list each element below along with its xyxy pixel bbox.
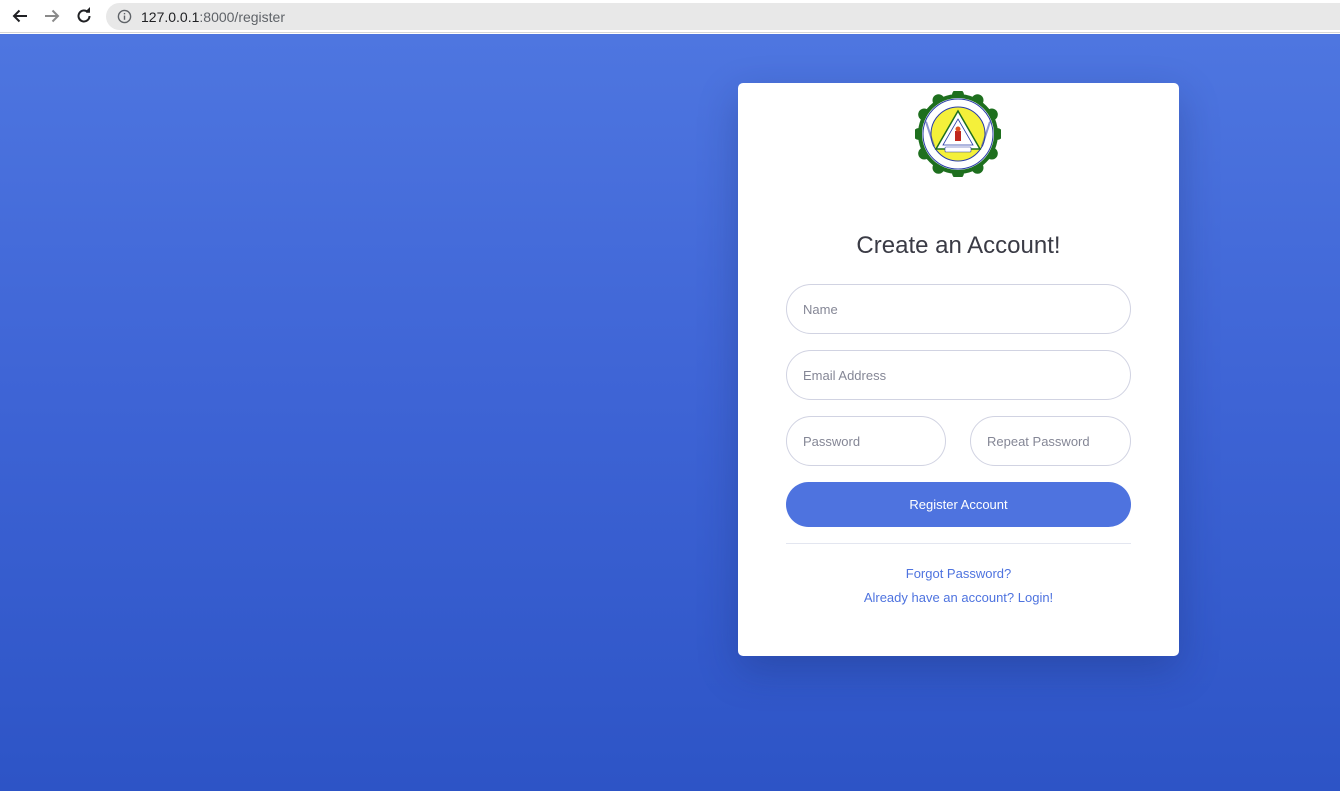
divider [786, 543, 1131, 544]
forgot-password-link[interactable]: Forgot Password? [738, 566, 1179, 581]
url-host: 127.0.0.1 [141, 8, 200, 25]
address-bar[interactable]: 127.0.0.1:8000/register [106, 3, 1340, 30]
repeat-password-input[interactable] [970, 416, 1131, 466]
forward-arrow-icon[interactable] [39, 4, 65, 28]
university-seal-logo [915, 91, 1001, 177]
page-background: Create an Account! Register Account Forg… [0, 34, 1340, 791]
url-text: 127.0.0.1:8000/register [141, 9, 285, 25]
page-title: Create an Account! [856, 232, 1061, 259]
register-card: Create an Account! Register Account Forg… [738, 83, 1179, 656]
browser-toolbar: 127.0.0.1:8000/register [0, 0, 1340, 33]
password-input[interactable] [786, 416, 946, 466]
info-icon[interactable] [116, 9, 132, 25]
register-account-button[interactable]: Register Account [786, 482, 1131, 527]
name-input[interactable] [786, 284, 1131, 334]
reload-icon[interactable] [71, 4, 97, 28]
url-path: :8000/register [199, 8, 285, 25]
login-link[interactable]: Already have an account? Login! [738, 590, 1179, 605]
back-arrow-icon[interactable] [7, 4, 33, 28]
email-input[interactable] [786, 350, 1131, 400]
